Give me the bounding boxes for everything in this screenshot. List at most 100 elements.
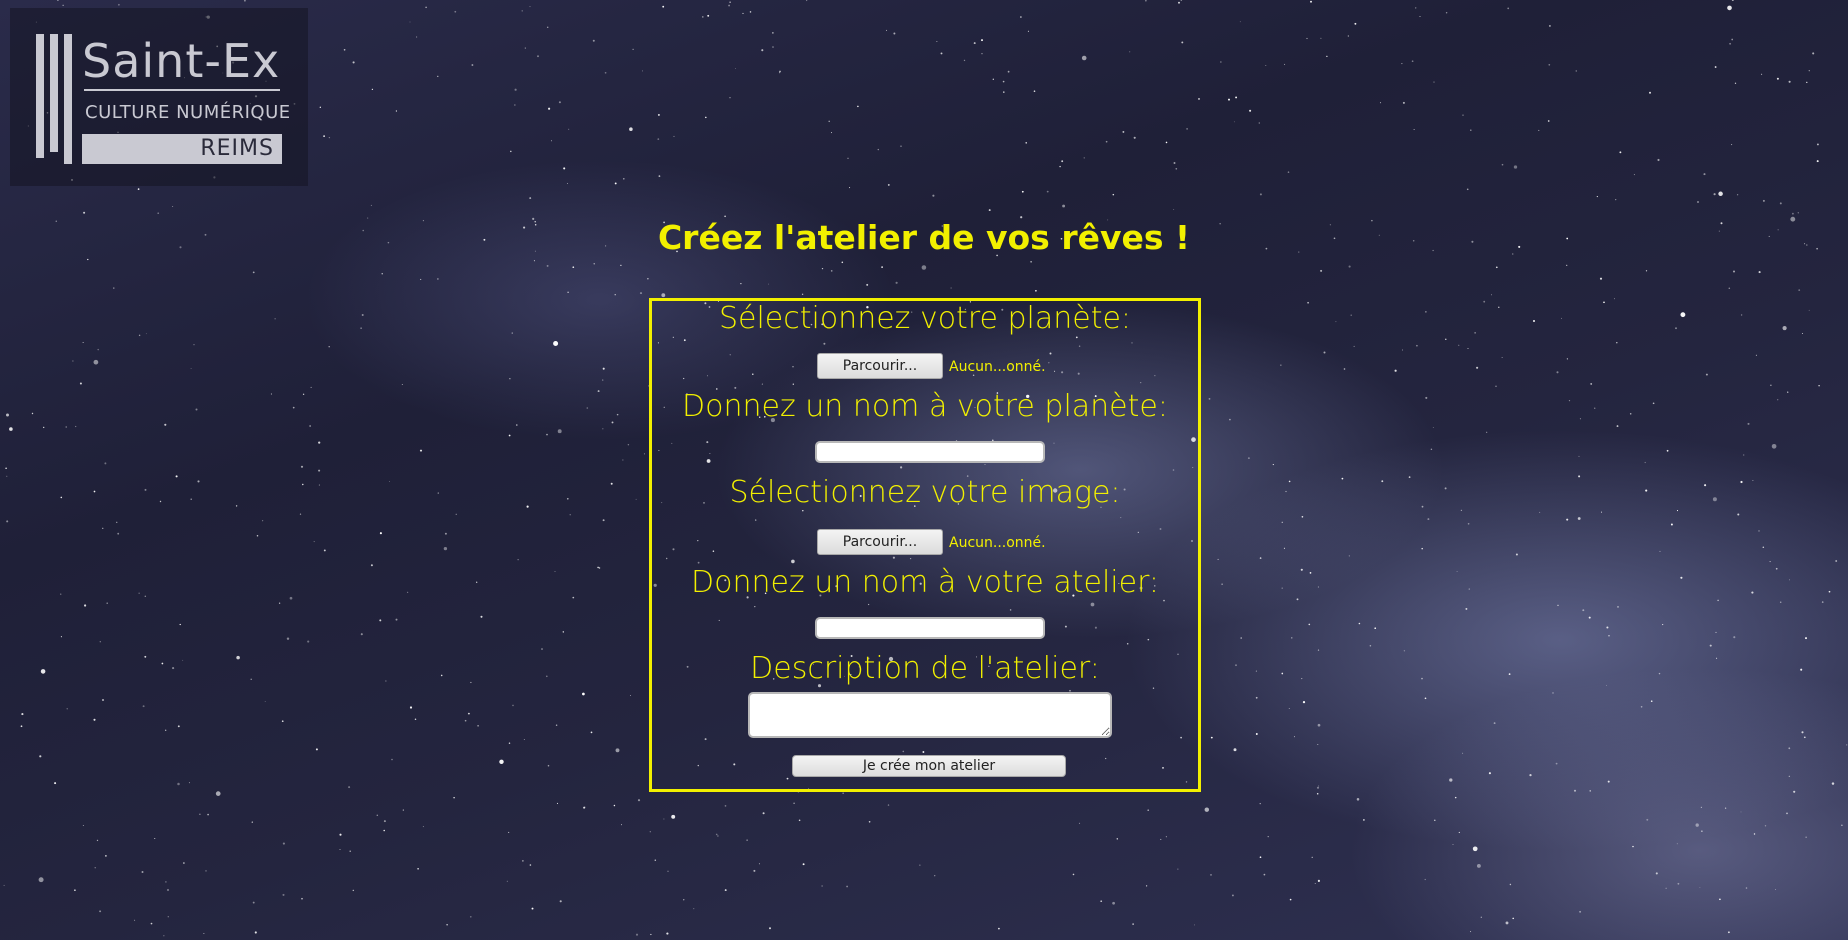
star — [157, 212, 160, 215]
star — [1740, 314, 1743, 316]
star — [1129, 51, 1131, 53]
star — [1705, 373, 1708, 376]
site-logo[interactable]: Saint-Ex CULTURE NUMÉRIQUE REIMS — [10, 8, 308, 186]
star — [1147, 809, 1150, 812]
create-workshop-form: Sélectionnez votre planète: Parcourir...… — [649, 298, 1201, 792]
workshop-name-input[interactable] — [815, 617, 1045, 639]
star — [828, 120, 830, 123]
star — [857, 105, 859, 108]
star — [650, 933, 652, 936]
star — [252, 901, 255, 904]
star — [395, 110, 398, 112]
star — [1758, 530, 1760, 532]
star — [1424, 878, 1426, 881]
star — [467, 712, 470, 715]
star — [348, 786, 351, 789]
star — [541, 648, 543, 650]
star — [546, 675, 548, 678]
star — [1444, 487, 1447, 490]
image-browse-button[interactable]: Parcourir... — [817, 529, 943, 555]
star — [1474, 332, 1476, 334]
star — [562, 631, 564, 633]
star — [1579, 418, 1581, 420]
image-file-input: Parcourir... Aucun...onné. — [652, 529, 1198, 555]
star — [455, 513, 457, 515]
star — [1259, 802, 1261, 805]
star — [887, 804, 890, 806]
star — [1235, 96, 1238, 99]
star — [1403, 650, 1406, 652]
star — [1761, 73, 1763, 75]
star — [60, 593, 62, 595]
star — [144, 488, 147, 491]
star — [1599, 277, 1603, 280]
star — [508, 742, 511, 744]
star — [1764, 825, 1767, 827]
star — [1788, 747, 1791, 750]
star — [190, 367, 192, 369]
star — [593, 263, 595, 265]
star — [546, 26, 549, 29]
star — [1062, 204, 1066, 208]
star — [190, 498, 192, 501]
star — [1267, 836, 1269, 838]
star — [57, 0, 59, 2]
star — [707, 14, 710, 17]
star — [1335, 321, 1337, 323]
star — [1259, 193, 1262, 196]
star — [328, 345, 330, 348]
star — [1416, 344, 1418, 347]
star — [1557, 604, 1559, 606]
star — [1247, 457, 1250, 460]
star — [1740, 811, 1742, 813]
star — [1317, 649, 1320, 651]
star — [1652, 402, 1655, 405]
star — [1381, 480, 1384, 483]
star — [877, 148, 879, 151]
star — [1374, 627, 1377, 630]
planet-name-input[interactable] — [815, 441, 1045, 463]
star — [1806, 81, 1808, 84]
star — [572, 596, 575, 599]
star — [6, 475, 8, 477]
description-textarea[interactable] — [748, 692, 1112, 738]
create-workshop-button[interactable]: Je crée mon atelier — [792, 755, 1066, 777]
star — [517, 559, 519, 561]
star — [82, 825, 84, 826]
star — [446, 924, 448, 926]
star — [635, 498, 637, 500]
star — [1699, 887, 1701, 889]
star — [1677, 882, 1680, 885]
star — [647, 278, 649, 280]
star — [183, 862, 185, 864]
star — [437, 75, 439, 78]
star — [94, 867, 96, 869]
star — [1288, 480, 1291, 483]
star — [1414, 7, 1417, 9]
star — [1743, 454, 1745, 456]
star — [602, 379, 604, 381]
star — [627, 443, 630, 446]
star — [437, 492, 439, 494]
star — [1724, 807, 1727, 809]
logo-city: REIMS — [200, 136, 274, 161]
star — [1240, 637, 1243, 639]
star — [568, 128, 570, 130]
star — [1284, 63, 1286, 65]
star — [555, 724, 558, 726]
star — [893, 32, 896, 35]
star — [724, 889, 727, 892]
star — [1717, 599, 1719, 602]
star — [1470, 129, 1472, 131]
star — [1466, 188, 1469, 191]
star — [1568, 399, 1571, 402]
star — [203, 933, 205, 935]
star — [512, 704, 514, 707]
planet-browse-button[interactable]: Parcourir... — [817, 353, 943, 379]
star — [569, 514, 571, 516]
star — [137, 188, 140, 190]
star — [1228, 98, 1230, 101]
star — [278, 602, 281, 604]
star — [667, 870, 669, 872]
star — [118, 3, 120, 6]
